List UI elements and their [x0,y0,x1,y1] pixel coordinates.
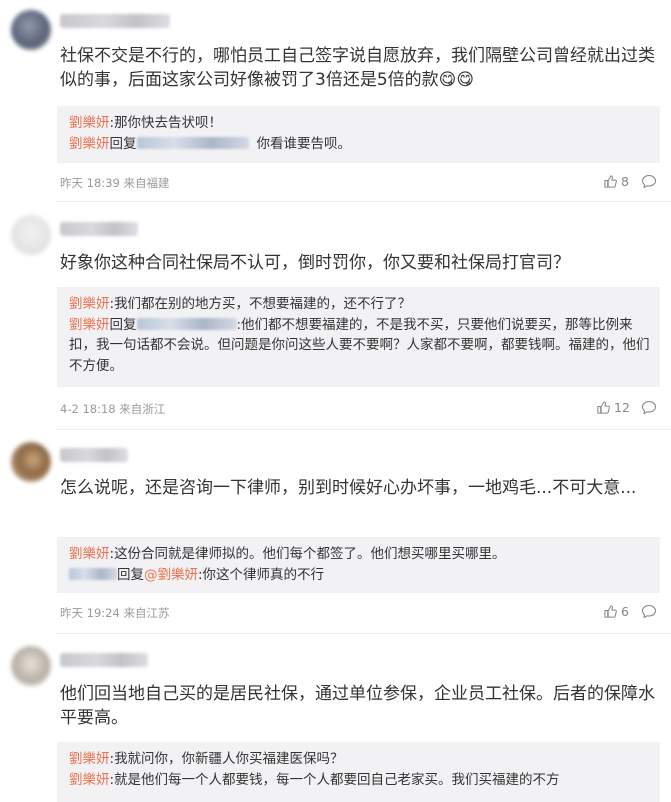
like-count: 8 [621,174,629,189]
comment-bubble-icon [641,174,657,189]
reply-verb: 回复 [109,135,137,152]
thumbs-up-icon [596,400,611,415]
like-button[interactable]: 12 [596,400,630,415]
reply-author[interactable]: 劉樂妍 [69,136,110,152]
blurred-mention[interactable] [136,317,237,330]
like-count: 12 [614,400,630,415]
username[interactable] [60,222,138,236]
comment-meta: 4-2 18:18 来自浙江 [60,402,166,416]
comment-reply-button[interactable] [641,604,657,619]
reply-verb: 回复 [109,316,137,333]
reply-verb: 回复 [117,566,144,583]
username[interactable] [60,14,170,28]
thumbs-up-icon [603,604,618,619]
reply-item: 劉樂妍:那你快去告状呗！ [69,115,223,131]
comment-1: 社保不交是不行的，哪怕员工自己签字说自愿放弃，我们隔壁公司曾经就出过类似的事，后… [0,0,671,202]
username[interactable] [60,653,148,667]
reply-item: 劉樂妍:这份合同就是律师拟的。他们每个都签了。他们想买哪里买哪里。 [69,546,506,562]
reply-list: 劉樂妍:我就问你，你新疆人你买福建医保吗？ 劉樂妍:就是他们每一个人都要钱，每一… [57,742,660,802]
comment-text: 怎么说呢，还是咨询一下律师，别到时候好心办坏事，一地鸡毛...不可大意... [60,478,637,498]
reply-list: 劉樂妍:那你快去告状呗！ 劉樂妍回复 你看谁要告呗。 [57,106,660,163]
reply-author[interactable]: 劉樂妍 [69,317,110,333]
reply-author[interactable]: 劉樂妍 [69,751,110,767]
reply-item: 劉樂妍:就是他们每一个人都要钱，每一个人都要回自己老家买。我们买福建的不方 [69,771,560,788]
reply-text: 我就问你，你新疆人你买福建医保吗？ [114,751,344,767]
reply-author[interactable]: 劉樂妍 [69,546,110,562]
reply-item: 回复@劉樂妍:你这个律师真的不行 [69,565,650,586]
comment-text: 他们回当地自己买的是居民社保，通过单位参保，企业员工社保。后者的保障水平要高。 [60,684,655,728]
divider [55,429,671,430]
reply-item: 劉樂妍:我就问你，你新疆人你买福建医保吗？ [69,751,344,767]
reply-list: 劉樂妍:我们都在别的地方买，不想要福建的，还不行了？ 劉樂妍回复:他们都不想要福… [57,287,660,387]
reply-author[interactable]: 劉樂妍 [69,296,110,312]
comment-meta: 昨天 18:39 来自福建 [60,176,170,190]
reply-author[interactable]: 劉樂妍 [69,772,110,788]
reply-list: 劉樂妍:这份合同就是律师拟的。他们每个都签了。他们想买哪里买哪里。 回复@劉樂妍… [57,537,660,593]
comment-meta: 昨天 19:24 来自江苏 [60,606,170,620]
reply-item: 劉樂妍:我们都在别的地方买，不想要福建的，还不行了？ [69,296,412,312]
like-count: 6 [621,604,629,619]
avatar[interactable] [11,442,51,482]
divider [55,201,671,202]
reply-text: 你看谁要告呗。 [256,135,352,152]
avatar[interactable] [11,10,51,50]
comment-text: 好象你这种合同社保局不认可，倒时罚你，你又要和社保局打官司？ [60,253,570,273]
reply-text: 我们都在别的地方买，不想要福建的，还不行了？ [114,296,412,312]
comment-bubble-icon [641,604,657,619]
blurred-author[interactable] [69,567,117,580]
avatar[interactable] [11,215,51,255]
username[interactable] [60,448,128,462]
reply-text: 这份合同就是律师拟的。他们每个都签了。他们想买哪里买哪里。 [114,546,506,562]
divider [55,633,671,634]
like-button[interactable]: 6 [603,604,629,619]
comment-reply-button[interactable] [641,400,657,415]
blurred-mention[interactable] [136,136,249,149]
comment-bubble-icon [641,400,657,415]
reply-text: :你这个律师真的不行 [198,566,325,583]
like-button[interactable]: 8 [603,174,629,189]
reply-item: 劉樂妍回复:他们都不想要福建的，不是我不买，只要他们说要买，那等比例来扣，我一句… [69,315,650,377]
thumbs-up-icon [603,174,618,189]
reply-item: 劉樂妍回复 你看谁要告呗。 [69,134,650,155]
comment-reply-button[interactable] [641,174,657,189]
comment-text: 社保不交是不行的，哪怕员工自己签字说自愿放弃，我们隔壁公司曾经就出过类似的事，后… [60,46,655,90]
reply-text: 那你快去告状呗！ [114,115,223,131]
reply-text: 就是他们每一个人都要钱，每一个人都要回自己老家买。我们买福建的不方 [114,771,560,788]
avatar[interactable] [11,646,51,686]
reply-author[interactable]: 劉樂妍 [69,115,110,131]
reply-mention[interactable]: @劉樂妍 [144,567,198,583]
